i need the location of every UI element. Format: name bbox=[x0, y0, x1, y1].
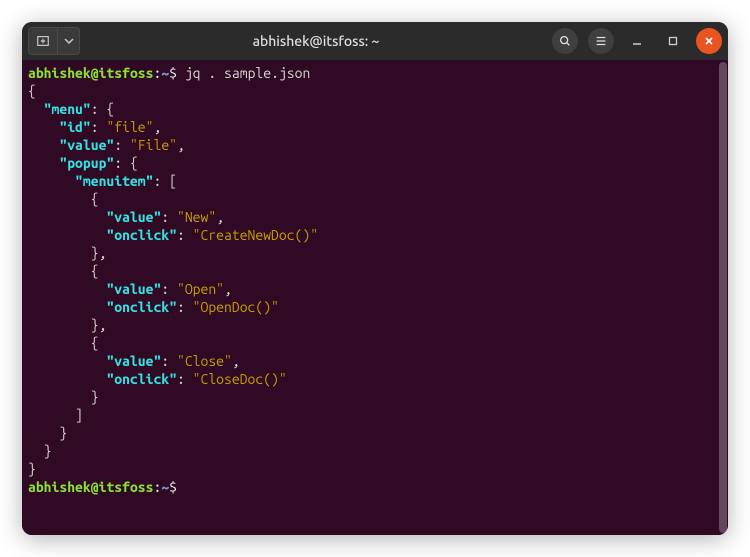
json-key: "value" bbox=[106, 209, 161, 225]
close-button[interactable] bbox=[696, 28, 722, 54]
json-key: "value" bbox=[106, 353, 161, 369]
json-string: "file" bbox=[106, 119, 153, 135]
json-key: "onclick" bbox=[106, 299, 177, 315]
prompt-user: abhishek bbox=[28, 65, 91, 81]
minimize-button[interactable] bbox=[624, 28, 650, 54]
json-key: "onclick" bbox=[106, 371, 177, 387]
json-key: "id" bbox=[59, 119, 90, 135]
json-string: "New" bbox=[177, 209, 216, 225]
json-string: "Open" bbox=[177, 281, 224, 297]
tab-dropdown-button[interactable] bbox=[58, 27, 80, 55]
terminal-body[interactable]: abhishek@itsfoss:~$ jq . sample.json { "… bbox=[22, 60, 728, 535]
close-icon bbox=[703, 35, 715, 47]
scrollbar[interactable] bbox=[719, 62, 727, 533]
prompt-host: itsfoss bbox=[99, 65, 154, 81]
menu-button[interactable] bbox=[588, 28, 614, 54]
new-tab-icon bbox=[36, 34, 50, 48]
prompt-symbol: $ bbox=[169, 479, 177, 495]
prompt-host: itsfoss bbox=[99, 479, 154, 495]
titlebar-right bbox=[552, 28, 722, 54]
json-string: "CreateNewDoc()" bbox=[193, 227, 318, 243]
titlebar-left bbox=[28, 27, 80, 55]
json-key: "value" bbox=[106, 281, 161, 297]
window-title: abhishek@itsfoss: ~ bbox=[84, 33, 548, 49]
search-button[interactable] bbox=[552, 28, 578, 54]
json-key: "popup" bbox=[59, 155, 114, 171]
json-string: "File" bbox=[130, 137, 177, 153]
json-string: "OpenDoc()" bbox=[193, 299, 279, 315]
maximize-button[interactable] bbox=[660, 28, 686, 54]
command-text: jq . sample.json bbox=[185, 65, 310, 81]
json-brace: { bbox=[28, 83, 36, 99]
json-key: "menu" bbox=[44, 101, 91, 117]
json-string: "Close" bbox=[177, 353, 232, 369]
terminal-output: abhishek@itsfoss:~$ jq . sample.json { "… bbox=[28, 64, 722, 496]
titlebar: abhishek@itsfoss: ~ bbox=[22, 22, 728, 60]
hamburger-icon bbox=[594, 34, 608, 48]
chevron-down-icon bbox=[64, 36, 74, 46]
json-key: "value" bbox=[59, 137, 114, 153]
maximize-icon bbox=[667, 35, 679, 47]
search-icon bbox=[558, 34, 572, 48]
json-string: "CloseDoc()" bbox=[193, 371, 287, 387]
prompt-at: @ bbox=[91, 479, 99, 495]
prompt-path: ~ bbox=[161, 479, 169, 495]
prompt-symbol: $ bbox=[169, 65, 177, 81]
terminal-window: abhishek@itsfoss: ~ abhishek@itsfoss:~$ … bbox=[22, 22, 728, 535]
prompt-user: abhishek bbox=[28, 479, 91, 495]
json-key: "menuitem" bbox=[75, 173, 153, 189]
json-key: "onclick" bbox=[106, 227, 177, 243]
prompt-path: ~ bbox=[161, 65, 169, 81]
new-tab-button[interactable] bbox=[28, 27, 58, 55]
json-brace: } bbox=[28, 461, 36, 477]
prompt-at: @ bbox=[91, 65, 99, 81]
minimize-icon bbox=[631, 35, 643, 47]
